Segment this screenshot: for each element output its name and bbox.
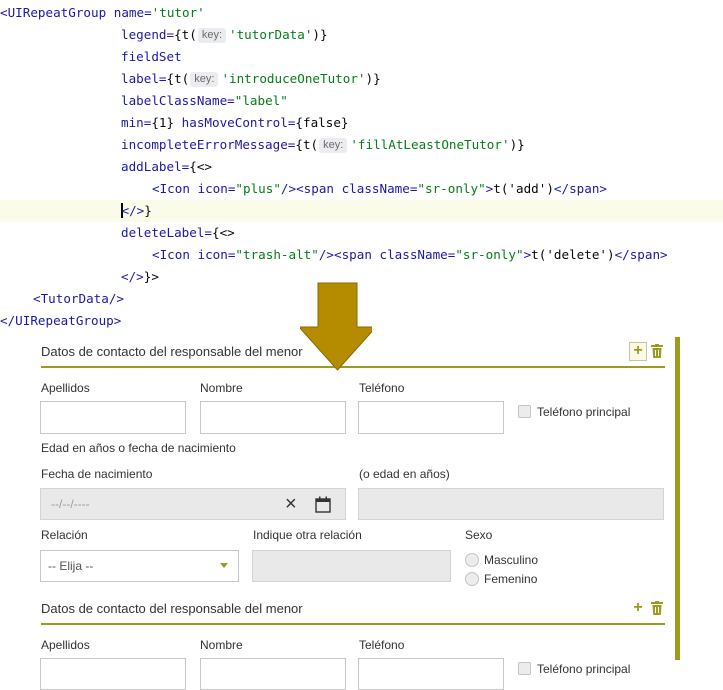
code-line-14: <TutorData/>	[33, 291, 124, 306]
telefono-input[interactable]	[358, 658, 504, 690]
telefono-principal-label: Teléfono principal	[537, 405, 631, 419]
apellidos-input[interactable]	[40, 658, 186, 690]
nombre-label: Nombre	[200, 381, 243, 395]
telefono-input[interactable]	[358, 401, 504, 434]
code-line-11: deleteLabel={<>	[121, 225, 235, 240]
trash-icon	[651, 344, 663, 358]
telefono-principal-checkbox[interactable]	[518, 662, 531, 675]
section-divider	[41, 623, 665, 625]
code-line-9: <Icon icon="plus"/><span className="sr-o…	[152, 181, 607, 196]
nombre-label: Nombre	[200, 638, 243, 652]
telefono-principal-label: Teléfono principal	[537, 662, 631, 676]
code-line-2: legend={t(key:'tutorData')}	[121, 27, 328, 43]
edad-label: (o edad en años)	[359, 467, 450, 481]
code-line-12: <Icon icon="trash-alt"/><span className=…	[152, 247, 668, 262]
rendered-form-preview: Datos de contacto del responsable del me…	[0, 335, 723, 690]
code-line-4: label={t(key:'introduceOneTutor')}	[121, 71, 381, 87]
nombre-input[interactable]	[200, 401, 346, 434]
femenino-radio[interactable]	[465, 572, 479, 586]
relacion-select[interactable]: -- Elija --	[40, 550, 239, 582]
calendar-icon[interactable]	[315, 496, 331, 513]
param-hint: key:	[197, 28, 227, 43]
telefono-label: Teléfono	[359, 381, 405, 395]
apellidos-label: Apellidos	[41, 381, 90, 395]
apellidos-label: Apellidos	[41, 638, 90, 652]
delete-button[interactable]	[651, 601, 663, 618]
code-line-1: <UIRepeatGroup name='tutor'	[0, 5, 205, 20]
fecha-input[interactable]: --/--/---- ×	[40, 488, 346, 520]
code-line-5: labelClassName="label"	[121, 93, 288, 108]
plus-icon: +	[633, 342, 643, 359]
code-line-6: min={1} hasMoveControl={false}	[121, 115, 349, 130]
close-icon[interactable]: ×	[285, 492, 297, 516]
code-line-10: </>}	[121, 203, 152, 218]
apellidos-input[interactable]	[40, 401, 186, 434]
code-line-13: </>}>	[121, 269, 159, 284]
relacion-selected: -- Elija --	[48, 559, 94, 573]
caret-down-icon	[220, 563, 228, 568]
code-line-3: fieldSet	[121, 49, 182, 64]
otra-relacion-label: Indique otra relación	[253, 528, 362, 542]
sexo-label: Sexo	[465, 528, 493, 542]
code-line-15: </UIRepeatGroup>	[0, 313, 122, 328]
add-button[interactable]: +	[630, 600, 646, 617]
edad-input[interactable]	[358, 488, 664, 520]
section-title: Datos de contacto del responsable del me…	[41, 344, 303, 359]
nombre-input[interactable]	[200, 658, 346, 690]
repeat-group-bar	[675, 337, 680, 660]
code-line-7: incompleteErrorMessage={t(key:'fillAtLea…	[121, 137, 525, 153]
plus-icon: +	[633, 599, 643, 616]
trash-icon	[651, 601, 663, 615]
fecha-placeholder: --/--/----	[51, 497, 90, 511]
delete-button[interactable]	[651, 344, 663, 361]
otra-relacion-input[interactable]	[252, 550, 451, 582]
masculino-radio[interactable]	[465, 553, 479, 567]
femenino-label: Femenino	[484, 572, 538, 586]
current-line-highlight	[0, 200, 723, 222]
code-line-8: addLabel={<>	[121, 159, 212, 174]
relacion-label: Relación	[41, 528, 88, 542]
add-button[interactable]: +	[629, 342, 647, 361]
fecha-label: Fecha de nacimiento	[41, 467, 153, 481]
down-arrow-icon	[300, 282, 372, 371]
telefono-label: Teléfono	[359, 638, 405, 652]
param-hint: key:	[319, 138, 348, 153]
section-title: Datos de contacto del responsable del me…	[41, 601, 303, 616]
param-hint: key:	[190, 72, 219, 87]
edad-heading: Edad en años o fecha de nacimiento	[41, 441, 236, 455]
telefono-principal-checkbox[interactable]	[518, 405, 531, 418]
masculino-label: Masculino	[484, 553, 539, 567]
